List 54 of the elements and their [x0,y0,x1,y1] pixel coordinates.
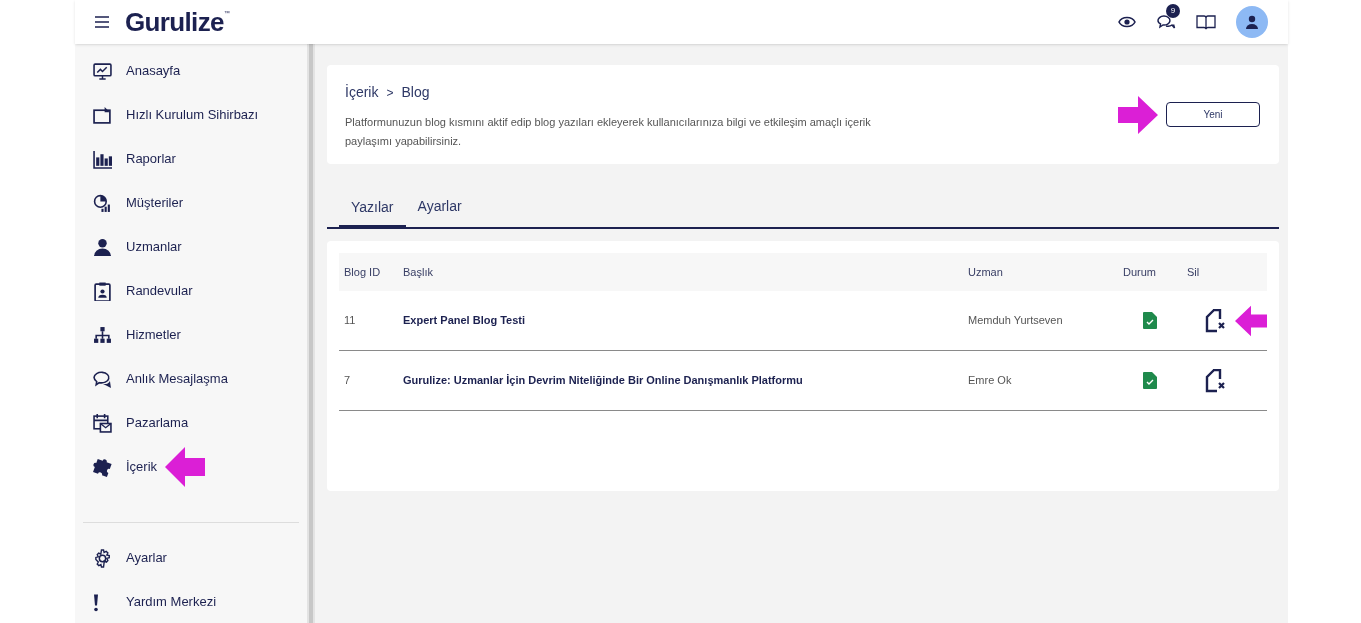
table-cell-text: Memduh Yurtseven [968,313,1064,329]
arrow-annotation [165,447,206,487]
settings-icon [93,548,112,568]
delete-document-icon[interactable] [1205,368,1225,393]
user-icon [93,237,112,257]
sidebar-item[interactable]: Pazarlama [126,413,189,433]
breadcrumb-separator: > [386,84,394,102]
column-header: Sil [1187,264,1201,280]
book-icon[interactable] [1196,14,1216,30]
sidebar-item[interactable]: Hizmetler [126,325,181,345]
sidebar-item[interactable]: Hızlı Kurulum Sihirbazı [126,105,259,125]
eye-icon[interactable] [1118,16,1136,28]
avatar[interactable] [1236,6,1268,38]
page-description: Platformunuzun blog kısmını aktif edip blog yazıları ekleyerek kullanıcılarınıza bilgi ve etkileşim amaçlı içerik paylaşımı yapabilirsiniz. [345,115,872,149]
table-cell-text: 7 [343,373,352,389]
sidebar-item[interactable]: Anasayfa [126,61,181,81]
window-icon [93,105,112,125]
sidebar-item[interactable]: Randevular [126,281,193,301]
table-cell-text: 11 [343,313,357,329]
menu-icon[interactable] [95,16,109,28]
post-title[interactable]: Gurulize: Uzmanlar İçin Devrim Niteliğinde Bir Online Danışmanlık Platformu [403,372,968,389]
sidebar-item[interactable]: Müşteriler [126,193,184,213]
chat-icon [93,369,112,389]
monitor-icon [93,61,112,81]
puzzle-icon [93,457,112,477]
bar-chart-icon [93,149,112,169]
pie-chart-icon [93,193,112,213]
tab[interactable]: Yazılar [339,196,406,229]
clipboard-icon [93,281,112,301]
chat-icon[interactable] [1156,13,1176,31]
logo[interactable]: Gurulize [125,9,224,35]
sidebar-item[interactable]: Yardım Merkezi [126,592,217,612]
tab[interactable]: Ayarlar [405,196,474,227]
breadcrumb-link[interactable]: İçerik [345,82,379,103]
scrollbar[interactable] [307,44,315,623]
sidebar-item[interactable]: Raporlar [126,149,176,169]
sidebar-item[interactable]: Anlık Mesajlaşma [126,369,228,389]
new-button[interactable]: Yeni [1166,102,1260,127]
table-cell-text: Emre Ok [968,373,1013,389]
post-title[interactable]: Expert Panel Blog Testi [403,312,968,329]
exclamation-icon [93,592,99,612]
column-header: Durum [1123,264,1157,280]
breadcrumb-current: Blog [401,83,430,102]
hierarchy-icon [93,325,112,345]
sidebar-item[interactable]: Uzmanlar [126,237,182,257]
delete-document-icon[interactable] [1205,308,1225,333]
column-header: Blog ID [343,264,382,280]
column-header: Başlık [403,264,434,280]
calendar-icon [93,413,112,433]
sidebar-item[interactable]: İçerik [126,457,158,477]
arrow-annotation [1118,96,1158,134]
message-count-badge: 9 [1166,3,1180,18]
sidebar-item[interactable]: Ayarlar [126,548,167,568]
column-header: Uzman [968,264,1004,280]
